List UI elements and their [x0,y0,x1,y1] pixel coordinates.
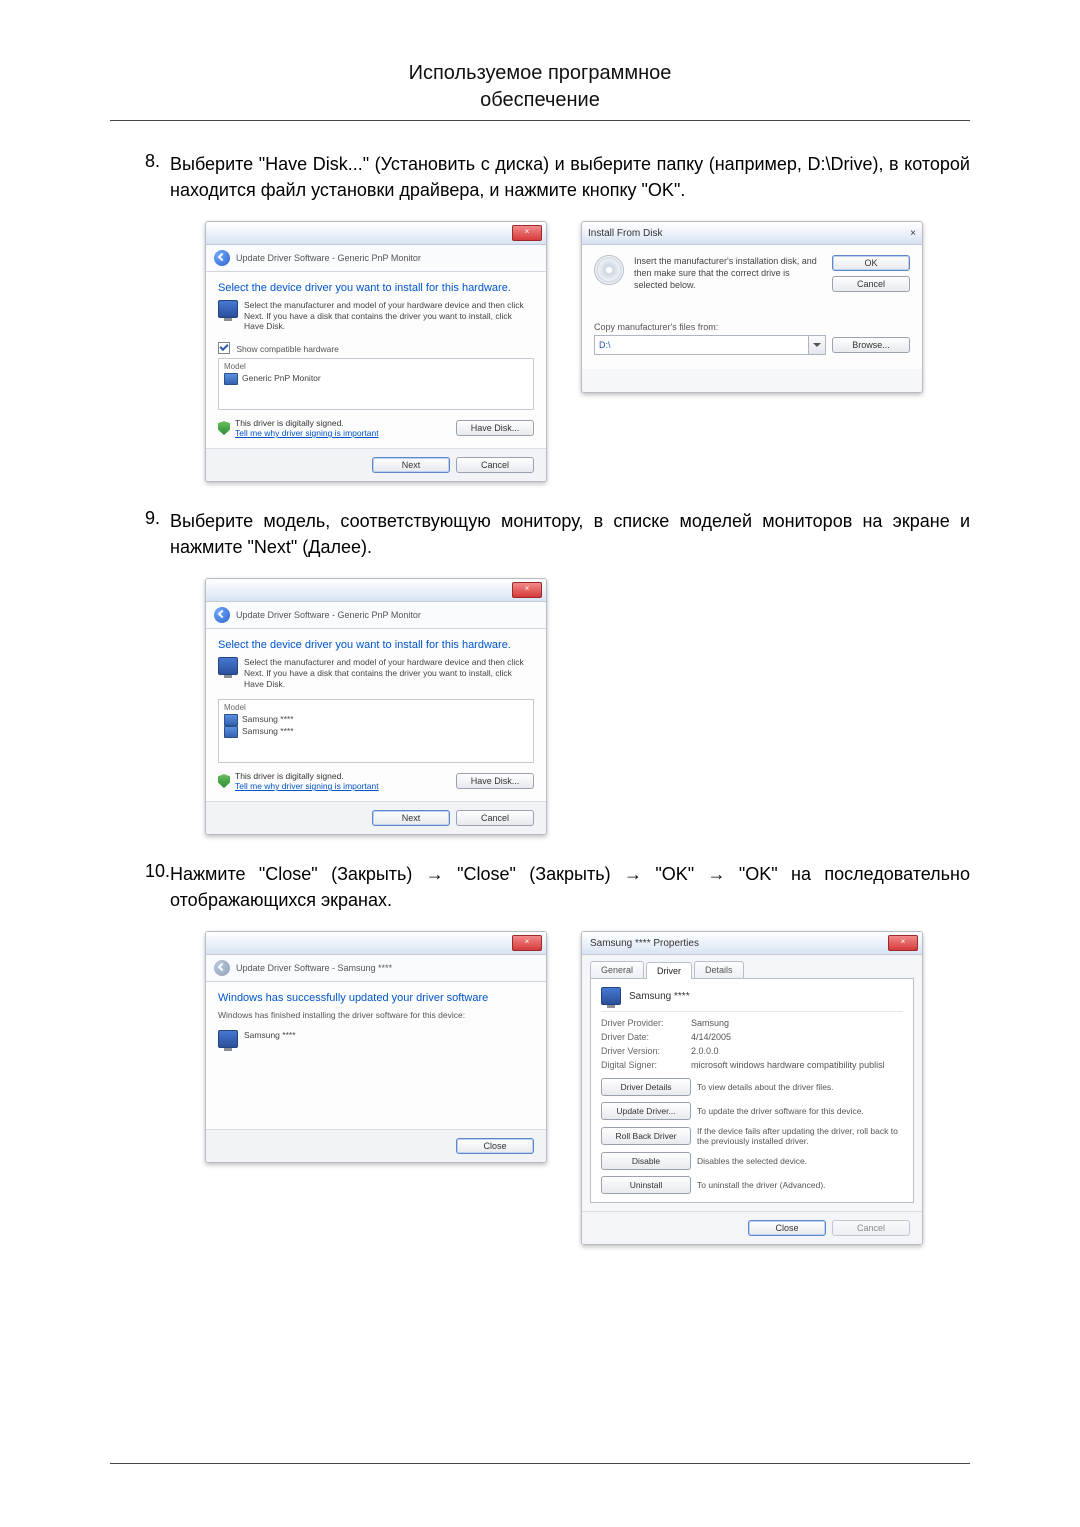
monitor-icon [218,1030,238,1048]
next-button[interactable]: Next [372,810,450,826]
driver-details-desc: To view details about the driver files. [697,1082,903,1092]
window-close-button[interactable]: × [512,582,542,598]
update-driver-wizard-dialog: × Update Driver Software - Generic PnP M… [205,221,547,482]
footer-rule [110,1463,970,1464]
install-from-disk-message: Insert the manufacturer's installation d… [634,255,822,291]
monitor-icon [218,300,238,318]
version-label: Driver Version: [601,1046,691,1056]
step-10-text: Нажмите "Close" (Закрыть) → "Close" (Зак… [170,861,970,913]
header-rule [110,120,970,121]
date-label: Driver Date: [601,1032,691,1042]
tab-driver[interactable]: Driver [646,962,692,979]
ok-button[interactable]: OK [832,255,910,271]
back-icon[interactable] [214,607,230,623]
cancel-button: Cancel [832,1220,910,1236]
model-generic-pnp[interactable]: Generic PnP Monitor [242,373,321,385]
update-driver-success-dialog: × Update Driver Software - Samsung **** … [205,931,547,1163]
back-icon [214,960,230,976]
step-10-number: 10. [110,861,170,882]
step-9-text: Выберите модель, соответствующую монитор… [170,508,970,560]
show-compatible-label: Show compatible hardware [236,344,339,354]
wizard-breadcrumb: Update Driver Software - Generic PnP Mon… [236,610,421,620]
disable-button[interactable]: Disable [601,1152,691,1170]
signer-value: microsoft windows hardware compatibility… [691,1060,903,1070]
uninstall-desc: To uninstall the driver (Advanced). [697,1180,903,1190]
window-close-button[interactable]: × [512,935,542,951]
have-disk-button[interactable]: Have Disk... [456,420,534,436]
install-from-disk-dialog: Install From Disk × Insert the manufactu… [581,221,923,393]
path-value: D:\ [595,340,808,350]
cancel-button[interactable]: Cancel [456,810,534,826]
provider-value: Samsung [691,1018,903,1028]
model-header: Model [224,362,528,371]
model-header: Model [224,703,528,712]
model-samsung-1[interactable]: Samsung **** [242,714,294,726]
path-combobox[interactable]: D:\ [594,335,826,355]
window-close-button[interactable]: × [512,225,542,241]
success-title: Windows has successfully updated your dr… [218,992,534,1004]
why-signing-link[interactable]: Tell me why driver signing is important [235,428,379,438]
cancel-button[interactable]: Cancel [832,276,910,292]
driver-signed-text: This driver is digitally signed. [235,771,379,781]
tab-general[interactable]: General [590,961,644,978]
monitor-small-icon [224,714,238,726]
model-samsung-2[interactable]: Samsung **** [242,726,294,738]
device-name: Samsung **** [629,991,690,1002]
shield-icon [218,774,230,788]
step-8-number: 8. [110,151,170,172]
wizard-instruction: Select the device driver you want to ins… [218,639,534,651]
installed-device-name: Samsung **** [244,1030,296,1041]
date-value: 4/14/2005 [691,1032,903,1042]
wizard-breadcrumb: Update Driver Software - Samsung **** [236,963,392,973]
version-value: 2.0.0.0 [691,1046,903,1056]
model-listbox[interactable]: Model Samsung **** Samsung **** [218,699,534,763]
rollback-driver-desc: If the device fails after updating the d… [697,1126,903,1146]
browse-button[interactable]: Browse... [832,337,910,353]
monitor-small-icon [224,726,238,738]
properties-title: Samsung **** Properties [590,938,699,949]
monitor-icon [601,987,621,1005]
success-subtext: Windows has finished installing the driv… [218,1010,534,1020]
driver-details-button[interactable]: Driver Details [601,1078,691,1096]
close-button[interactable]: Close [456,1138,534,1154]
wizard-instruction: Select the device driver you want to ins… [218,282,534,294]
signer-label: Digital Signer: [601,1060,691,1070]
monitor-small-icon [224,373,238,385]
next-button[interactable]: Next [372,457,450,473]
header-line-1: Используемое программное [110,60,970,87]
window-close-button[interactable]: × [888,935,918,951]
header-line-2: обеспечение [110,87,970,114]
tab-details[interactable]: Details [694,961,744,978]
provider-label: Driver Provider: [601,1018,691,1028]
show-compatible-checkbox[interactable] [218,342,230,354]
step-9-number: 9. [110,508,170,529]
page-header: Используемое программное обеспечение [110,60,970,114]
model-listbox[interactable]: Model Generic PnP Monitor [218,358,534,410]
wizard-subtext: Select the manufacturer and model of you… [244,657,534,689]
rollback-driver-button[interactable]: Roll Back Driver [601,1127,691,1145]
shield-icon [218,421,230,435]
update-driver-desc: To update the driver software for this d… [697,1106,903,1116]
update-driver-wizard-dialog-models: × Update Driver Software - Generic PnP M… [205,578,547,835]
close-button[interactable]: Close [748,1220,826,1236]
install-from-disk-title: Install From Disk [588,228,662,239]
disc-icon [594,255,624,285]
update-driver-button[interactable]: Update Driver... [601,1102,691,1120]
monitor-icon [218,657,238,675]
back-icon[interactable] [214,250,230,266]
device-properties-dialog: Samsung **** Properties × General Driver… [581,931,923,1245]
why-signing-link[interactable]: Tell me why driver signing is important [235,781,379,791]
chevron-down-icon[interactable] [808,336,825,354]
uninstall-button[interactable]: Uninstall [601,1176,691,1194]
step-8-text: Выберите "Have Disk..." (Установить с ди… [170,151,970,203]
disable-desc: Disables the selected device. [697,1156,903,1166]
window-close-button[interactable]: × [910,228,916,239]
copy-from-label: Copy manufacturer's files from: [594,322,910,332]
have-disk-button[interactable]: Have Disk... [456,773,534,789]
driver-signed-text: This driver is digitally signed. [235,418,379,428]
wizard-subtext: Select the manufacturer and model of you… [244,300,534,332]
wizard-breadcrumb: Update Driver Software - Generic PnP Mon… [236,253,421,263]
cancel-button[interactable]: Cancel [456,457,534,473]
